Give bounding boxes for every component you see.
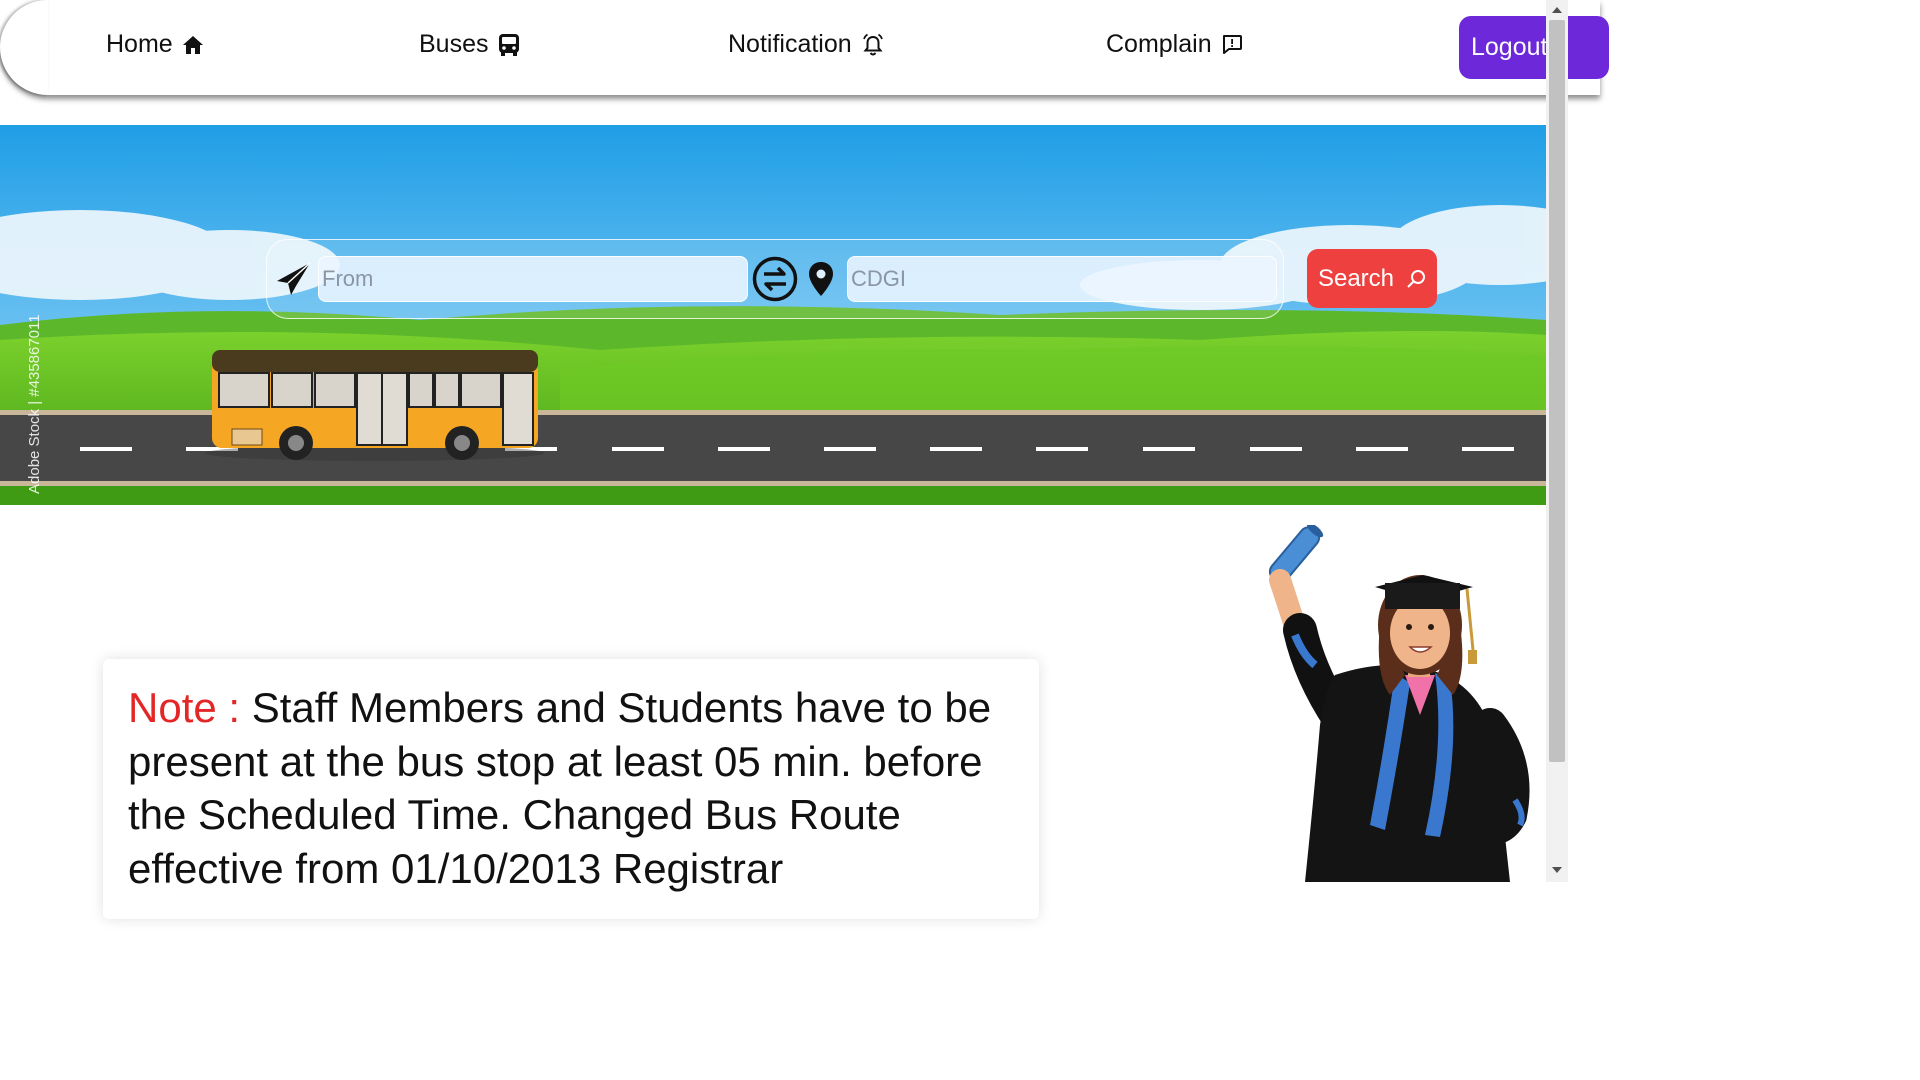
nav-notification[interactable]: Notification — [728, 30, 885, 59]
notice-body: Staff Members and Students have to be pr… — [128, 684, 992, 892]
nav-buses-label: Buses — [419, 30, 489, 58]
map-pin-icon — [809, 262, 833, 296]
search-button-label: Search — [1317, 264, 1395, 292]
to-input[interactable] — [847, 256, 1277, 302]
swap-arrows-icon[interactable] — [752, 256, 798, 302]
bus-icon — [499, 33, 520, 56]
notice-label: Note : — [128, 684, 241, 731]
nav-complain[interactable]: Complain — [1106, 30, 1243, 59]
graduate-illustration — [1268, 525, 1530, 882]
notice-card: Note : Staff Members and Students have t… — [103, 659, 1039, 919]
nav-notification-label: Notification — [728, 30, 852, 58]
logout-button[interactable]: Logout — [1459, 16, 1609, 79]
notice-text: Note : Staff Members and Students have t… — [128, 681, 1008, 895]
search-icon — [1407, 269, 1426, 288]
nav-home[interactable]: Home — [106, 30, 204, 59]
scroll-down-arrow-icon[interactable] — [1551, 866, 1563, 874]
bell-icon — [862, 33, 883, 55]
bus-illustration — [205, 350, 545, 461]
top-navbar: Home Buses Notification Complain Logout — [0, 0, 1609, 95]
from-input[interactable] — [318, 256, 748, 302]
nav-buses[interactable]: Buses — [419, 30, 521, 59]
paper-plane-icon — [277, 262, 311, 295]
chat-alert-icon — [1222, 34, 1242, 54]
nav-home-label: Home — [106, 30, 173, 58]
home-icon — [182, 35, 203, 54]
nav-complain-label: Complain — [1106, 30, 1212, 58]
stock-watermark: Adobe Stock | #435867011 — [26, 314, 43, 494]
search-button[interactable]: Search — [1307, 249, 1437, 308]
scrollbar-thumb[interactable] — [1549, 20, 1565, 762]
scroll-up-arrow-icon[interactable] — [1551, 6, 1563, 14]
